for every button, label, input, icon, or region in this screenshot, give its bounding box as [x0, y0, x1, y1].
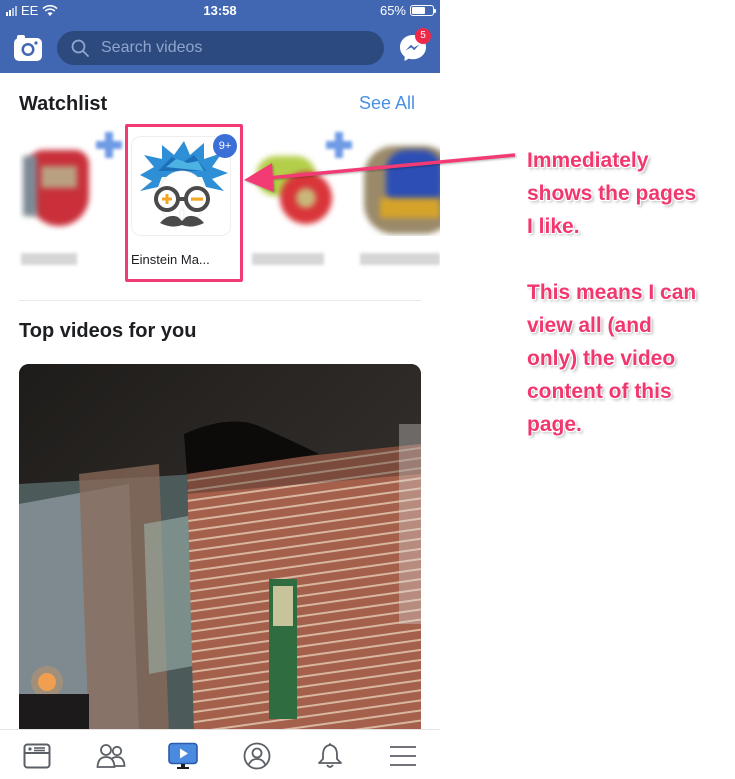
annotation-line: This means I can — [527, 281, 697, 304]
see-all-link[interactable]: See All — [359, 93, 415, 114]
blurred-label — [21, 253, 77, 265]
phone-screen: EE 13:58 65% Search videos 5 Watchlist S… — [0, 0, 440, 779]
annotation-line: page. — [527, 413, 582, 436]
search-bar[interactable] — [57, 31, 384, 65]
bell-icon — [318, 743, 342, 768]
annotation-line: Immediately — [527, 149, 649, 172]
section-divider — [19, 300, 421, 301]
battery-percent: 65% — [379, 3, 406, 18]
tab-watch[interactable] — [166, 739, 200, 773]
bottom-tab-bar — [0, 729, 440, 779]
watch-tv-icon — [168, 742, 198, 769]
status-bar: EE 13:58 65% — [0, 0, 440, 22]
camera-icon[interactable] — [14, 35, 42, 61]
tab-profile[interactable] — [240, 739, 274, 773]
tab-notifications[interactable] — [313, 739, 347, 773]
video-frame-image — [19, 364, 421, 734]
messenger-badge: 5 — [415, 28, 431, 44]
annotation-line: only) the video — [527, 347, 676, 370]
search-icon — [71, 39, 89, 57]
top-bar: EE 13:58 65% Search videos 5 — [0, 0, 440, 73]
video-thumbnail[interactable] — [19, 364, 421, 734]
blurred-plus-icon — [326, 132, 352, 158]
annotation-line: content of this — [527, 380, 672, 403]
tab-news-feed[interactable] — [20, 739, 54, 773]
annotation-line: I like. — [527, 215, 580, 238]
new-videos-badge: 9+ — [213, 134, 237, 158]
search-input[interactable] — [101, 39, 361, 57]
tab-menu[interactable] — [386, 739, 420, 773]
page: EE 13:58 65% Search videos 5 Watchlist S… — [0, 0, 735, 779]
battery-icon — [410, 5, 436, 16]
friends-icon — [96, 744, 126, 768]
top-videos-title: Top videos for you — [19, 320, 197, 342]
watchlist-title: Watchlist — [19, 93, 108, 115]
annotation-text: Immediately shows the pages I like. This… — [527, 144, 732, 441]
blurred-label — [252, 253, 324, 265]
annotation-line: view all (and — [527, 314, 652, 337]
profile-icon — [243, 742, 271, 770]
tab-friends[interactable] — [94, 739, 128, 773]
annotation-line: shows the pages — [527, 182, 697, 205]
menu-icon — [390, 746, 416, 766]
news-feed-icon — [23, 743, 51, 769]
clock: 13:58 — [203, 3, 237, 18]
page-thumbnail-blurred — [360, 136, 440, 236]
blurred-label — [360, 253, 440, 265]
blurred-plus-icon — [96, 132, 122, 158]
